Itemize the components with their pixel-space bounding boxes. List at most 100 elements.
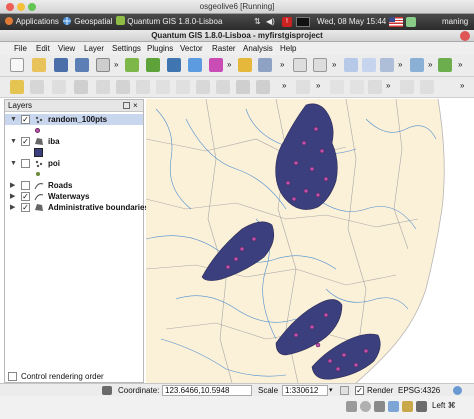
taskbar-qgis-item[interactable]: Quantum GIS 1.8.0-Lisboa <box>116 14 222 30</box>
update-notifier-icon[interactable]: ! <box>282 17 292 27</box>
add-spatialite-layer-icon[interactable] <box>188 58 202 72</box>
minimize-window-button[interactable] <box>17 3 25 11</box>
layer-visibility-checkbox[interactable] <box>21 181 30 190</box>
layer-row-administrative-boundaries[interactable]: ▶ ✓ Administrative boundaries <box>5 202 149 213</box>
raster-stretch-icon[interactable] <box>420 80 434 94</box>
virtualbox-network-icon[interactable] <box>388 401 399 412</box>
layer-row-waterways[interactable]: ▶ ✓ Waterways <box>5 191 143 202</box>
edit-tools-icon[interactable] <box>30 80 44 94</box>
show-bookmarks-icon[interactable] <box>350 80 364 94</box>
toolbar-overflow-icon[interactable]: » <box>428 60 432 69</box>
menu-edit[interactable]: Edit <box>36 42 50 55</box>
identify-features-icon[interactable] <box>258 58 272 72</box>
close-panel-icon[interactable]: × <box>133 100 138 112</box>
clock[interactable]: Wed, 08 May 15:44 <box>317 14 386 30</box>
pan-map-icon[interactable] <box>74 80 88 94</box>
layer-visibility-checkbox[interactable]: ✓ <box>21 115 30 124</box>
projection-globe-icon[interactable] <box>453 386 462 395</box>
zoom-full-icon[interactable] <box>296 80 310 94</box>
new-project-icon[interactable] <box>10 58 24 72</box>
layer-visibility-checkbox[interactable] <box>21 159 30 168</box>
volume-icon[interactable]: ◀) <box>266 14 275 30</box>
expand-arrow-icon[interactable]: ▶ <box>10 180 15 191</box>
layer-row-iba[interactable]: ▼ ✓ iba <box>5 136 143 147</box>
expand-arrow-icon[interactable]: ▶ <box>10 191 15 202</box>
close-window-button[interactable] <box>6 3 14 11</box>
stop-render-icon[interactable] <box>340 386 349 395</box>
session-indicator-icon[interactable] <box>406 17 416 27</box>
control-rendering-order-checkbox[interactable] <box>8 372 17 381</box>
virtualbox-usb-icon[interactable] <box>374 401 385 412</box>
control-rendering-order-row[interactable]: Control rendering order <box>4 371 144 382</box>
redo-icon[interactable] <box>216 80 230 94</box>
pointer-mode-icon[interactable] <box>102 386 112 395</box>
select-features-icon[interactable] <box>238 58 252 72</box>
coordinate-field[interactable]: 123.6466,10.5948 <box>162 385 252 396</box>
add-postgis-layer-icon[interactable] <box>167 58 181 72</box>
terminal-icon[interactable] <box>296 17 310 27</box>
layer-row-random-100pts[interactable]: ▼ ✓ random_100pts <box>5 114 143 125</box>
toolbar-overflow-icon[interactable]: » <box>332 60 336 69</box>
virtualbox-disk-icon[interactable] <box>346 401 357 412</box>
menu-vector[interactable]: Vector <box>180 42 203 55</box>
refresh-icon[interactable] <box>368 80 382 94</box>
menu-raster[interactable]: Raster <box>212 42 236 55</box>
zoom-out-icon[interactable] <box>256 80 270 94</box>
toolbar-overflow-icon[interactable]: » <box>282 81 286 90</box>
us-flag-icon[interactable] <box>389 17 403 27</box>
menu-layer[interactable]: Layer <box>84 42 104 55</box>
collapse-arrow-icon[interactable]: ▼ <box>10 114 17 125</box>
toolbar-overflow-icon[interactable]: » <box>114 60 118 69</box>
map-canvas[interactable] <box>146 99 468 383</box>
zoom-in-icon[interactable] <box>236 80 250 94</box>
toolbar-overflow-icon[interactable]: » <box>386 81 390 90</box>
toolbar-overflow-icon[interactable]: » <box>460 81 464 90</box>
toolbar-overflow-icon[interactable]: » <box>280 60 284 69</box>
qgis-close-icon[interactable] <box>460 31 470 41</box>
render-checkbox[interactable]: ✓ <box>355 386 364 395</box>
measure-line-icon[interactable] <box>293 58 307 72</box>
virtualbox-optical-icon[interactable] <box>360 401 371 412</box>
add-wms-layer-icon[interactable] <box>209 58 223 72</box>
applications-menu[interactable]: Applications <box>4 14 59 30</box>
delete-selected-icon[interactable] <box>116 80 130 94</box>
float-panel-icon[interactable] <box>123 102 130 109</box>
toolbar-overflow-icon[interactable]: » <box>227 60 231 69</box>
new-bookmark-icon[interactable] <box>330 80 344 94</box>
print-composer-icon[interactable] <box>96 58 110 72</box>
network-icon[interactable]: ⇅ <box>254 14 261 30</box>
menu-file[interactable]: File <box>14 42 27 55</box>
menu-plugins[interactable]: Plugins <box>147 42 173 55</box>
toolbar-overflow-icon[interactable]: » <box>398 60 402 69</box>
raster-histogram-icon[interactable] <box>400 80 414 94</box>
save-project-icon[interactable] <box>54 58 68 72</box>
layer-visibility-checkbox[interactable]: ✓ <box>21 137 30 146</box>
layer-row-poi[interactable]: ▼ poi <box>5 158 143 169</box>
undo-icon[interactable] <box>196 80 210 94</box>
user-menu[interactable]: maning <box>442 14 468 30</box>
cut-features-icon[interactable] <box>156 80 170 94</box>
add-raster-layer-icon[interactable] <box>146 58 160 72</box>
virtualbox-shared-folder-icon[interactable] <box>402 401 413 412</box>
menu-settings[interactable]: Settings <box>112 42 141 55</box>
menu-view[interactable]: View <box>58 42 75 55</box>
collapse-arrow-icon[interactable]: ▼ <box>10 158 17 169</box>
node-tool-icon[interactable] <box>136 80 150 94</box>
layer-row-roads[interactable]: ▶ Roads <box>5 180 143 191</box>
layer-visibility-checkbox[interactable]: ✓ <box>21 192 30 201</box>
expand-arrow-icon[interactable]: ▶ <box>10 202 15 213</box>
copy-features-icon[interactable] <box>176 80 190 94</box>
capture-point-icon[interactable] <box>52 80 66 94</box>
save-as-icon[interactable] <box>75 58 89 72</box>
move-feature-icon[interactable] <box>96 80 110 94</box>
georeferencer-icon[interactable] <box>410 58 424 72</box>
rotate-label-icon[interactable] <box>380 58 394 72</box>
toggle-editing-icon[interactable] <box>10 80 24 94</box>
layer-visibility-checkbox[interactable]: ✓ <box>21 203 30 212</box>
virtualbox-display-icon[interactable] <box>416 401 427 412</box>
add-vector-layer-icon[interactable] <box>125 58 139 72</box>
toolbar-overflow-icon[interactable]: » <box>316 81 320 90</box>
plugin-icon[interactable] <box>438 58 452 72</box>
menu-help[interactable]: Help <box>280 42 296 55</box>
zoom-window-button[interactable] <box>28 3 36 11</box>
